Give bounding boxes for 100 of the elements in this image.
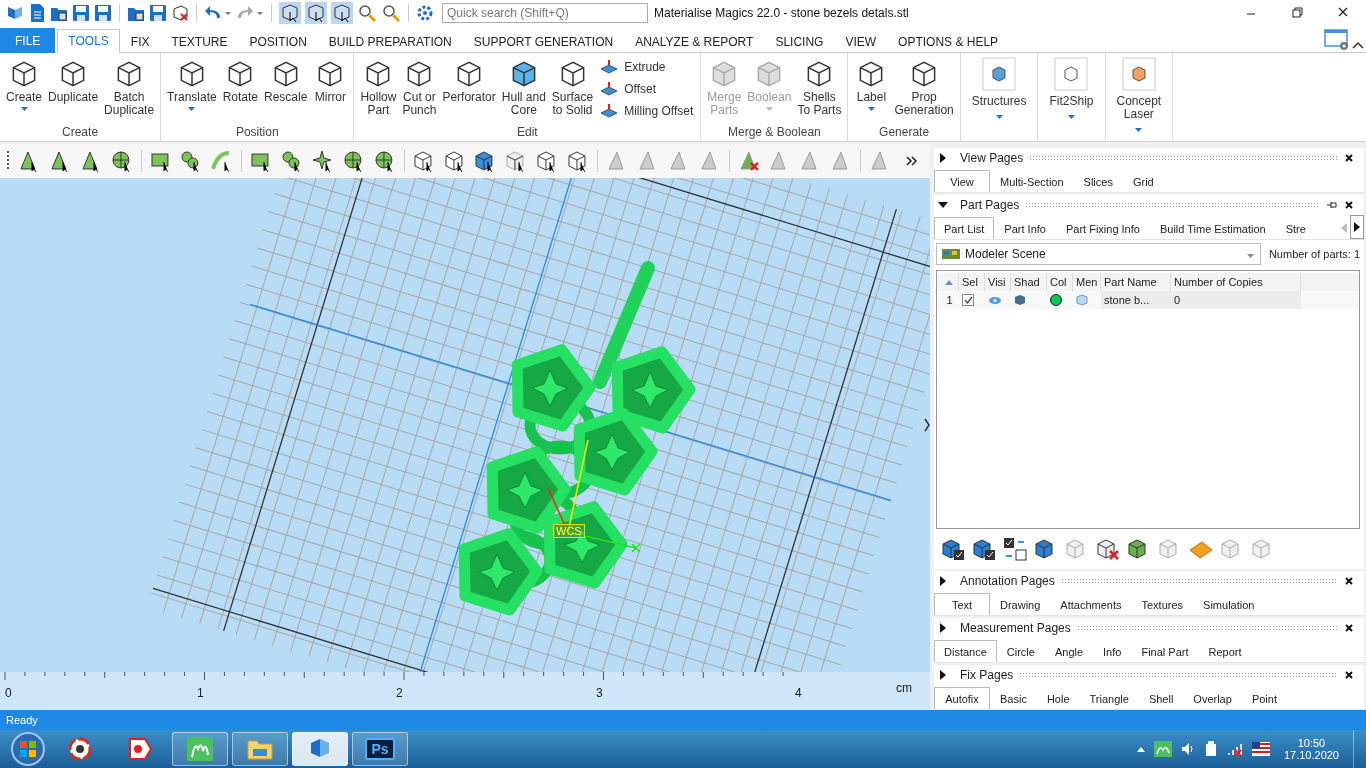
ribbon-tab[interactable]: VIEW: [834, 29, 888, 53]
ribbon-tab[interactable]: TOOLS: [57, 29, 120, 53]
close-icon[interactable]: [1344, 670, 1354, 680]
close-icon[interactable]: [1344, 576, 1354, 586]
ribbon-tab[interactable]: FIX: [119, 29, 161, 53]
panel-tab[interactable]: Hole: [1036, 687, 1080, 709]
ribbon-button[interactable]: Batch Duplicate: [101, 55, 158, 119]
panel-tab[interactable]: Shell: [1138, 687, 1184, 709]
panel-tab[interactable]: Text: [934, 593, 990, 615]
ribbon-tab[interactable]: ANALYZE & REPORT: [624, 29, 765, 53]
cube-cursor-icon[interactable]: [305, 2, 327, 24]
collapsed-arrow-icon[interactable]: [938, 153, 948, 163]
ribbon-button[interactable]: Shells To Parts: [794, 55, 845, 119]
sort-arrow-icon[interactable]: [945, 279, 953, 285]
collapsed-arrow-icon[interactable]: [938, 576, 948, 586]
panel-tab[interactable]: Stre: [1275, 217, 1316, 239]
panel-handle-icon[interactable]: [924, 418, 930, 432]
show-hidden-icon[interactable]: [1135, 745, 1146, 753]
ribbon-button[interactable]: Label: [851, 55, 892, 113]
panel-tab[interactable]: Circle: [996, 640, 1045, 662]
ribbon-button[interactable]: Offset: [596, 79, 698, 99]
panel-tab[interactable]: Report: [1198, 640, 1252, 662]
ribbon-button[interactable]: Rotate: [219, 55, 262, 106]
close-icon[interactable]: [1344, 623, 1354, 633]
panel-tab[interactable]: Multi-Section: [990, 170, 1074, 192]
taskbar-app-button[interactable]: [292, 732, 348, 766]
ribbon-tab[interactable]: TEXTURE: [160, 29, 239, 53]
ribbon-button[interactable]: Surface to Solid: [548, 55, 597, 119]
panel-tab[interactable]: Build Time Estimation: [1149, 217, 1276, 239]
clock-date[interactable]: 17.10.2020: [1283, 749, 1339, 761]
panel-tab[interactable]: Point: [1241, 687, 1287, 709]
panel-tab[interactable]: Angle: [1044, 640, 1094, 662]
overflow-chevron-icon[interactable]: [906, 156, 918, 166]
document-icon[interactable]: [28, 3, 46, 23]
checkbox-toggle-icon[interactable]: [1002, 536, 1028, 562]
speaker-icon[interactable]: [1179, 741, 1196, 757]
ribbon-tab[interactable]: OPTIONS & HELP: [887, 29, 1010, 53]
pin-icon[interactable]: [1326, 200, 1338, 210]
ribbon-button[interactable]: Concept Laser: [1108, 55, 1170, 134]
search-field[interactable]: Quick search (Shift+Q): [442, 3, 648, 23]
panel-tab[interactable]: View: [934, 170, 990, 192]
cube-cursor-icon[interactable]: [279, 2, 301, 24]
ribbon-button[interactable]: Perforator: [439, 55, 499, 106]
network-icon[interactable]: [1225, 741, 1244, 757]
language-flag-icon[interactable]: [1251, 742, 1270, 756]
panel-tab[interactable]: Attachments: [1050, 593, 1132, 615]
close-icon[interactable]: [1344, 153, 1354, 163]
expanded-arrow-icon[interactable]: [938, 200, 948, 210]
scene-dropdown[interactable]: Modeler Scene: [936, 243, 1261, 265]
zoom-icon[interactable]: [357, 3, 377, 23]
panel-tab[interactable]: Slices: [1073, 170, 1123, 192]
ribbon-button[interactable]: Create: [3, 55, 46, 113]
clock-time[interactable]: 10:50: [1297, 737, 1326, 749]
battery-plug-icon[interactable]: [1203, 741, 1218, 757]
checkbox[interactable]: [962, 294, 974, 306]
file-tab[interactable]: FILE: [0, 28, 56, 53]
window-settings-icon[interactable]: [1324, 28, 1350, 52]
panel-tab[interactable]: Final Part: [1131, 640, 1199, 662]
panel-tab[interactable]: Grid: [1122, 170, 1164, 192]
grip-icon[interactable]: [6, 150, 10, 172]
panel-tab[interactable]: Part Fixing Info: [1055, 217, 1150, 239]
panel-tab[interactable]: Distance: [934, 640, 997, 662]
panel-tab[interactable]: Part Info: [994, 217, 1056, 239]
ribbon-button[interactable]: Structures: [963, 55, 1035, 121]
handwriting-icon[interactable]: [1153, 741, 1172, 757]
close-icon[interactable]: [1344, 200, 1354, 210]
ribbon-button[interactable]: Milling Offset: [596, 101, 698, 121]
color-dot[interactable]: [1050, 294, 1062, 306]
close-file-icon[interactable]: [171, 3, 189, 23]
panel-tab[interactable]: Drawing: [990, 593, 1051, 615]
panel-tab[interactable]: Textures: [1131, 593, 1194, 615]
panel-tab[interactable]: Basic: [990, 687, 1037, 709]
ribbon-tab[interactable]: SUPPORT GENERATION: [462, 29, 625, 53]
ribbon-button[interactable]: Hollow Part: [357, 55, 400, 119]
ribbon-button[interactable]: Prop Generation: [891, 55, 957, 119]
ribbon-button[interactable]: Hull and Core: [498, 55, 549, 119]
ribbon-button[interactable]: Duplicate: [45, 55, 102, 106]
panel-tab[interactable]: Autofix: [934, 687, 990, 709]
cube-cursor-icon[interactable]: [331, 2, 353, 24]
ribbon-button[interactable]: Extrude: [596, 57, 698, 77]
panel-tab[interactable]: Simulation: [1193, 593, 1265, 615]
ribbon-tab[interactable]: BUILD PREPARATION: [317, 29, 463, 53]
collapsed-arrow-icon[interactable]: [938, 670, 948, 680]
ribbon-button[interactable]: Mirror: [310, 55, 351, 106]
ribbon-tab[interactable]: POSITION: [238, 29, 318, 53]
panel-tab[interactable]: Part List: [934, 217, 995, 239]
ribbon-button[interactable]: Rescale: [261, 55, 311, 106]
panel-tab[interactable]: Overlap: [1183, 687, 1242, 709]
collapsed-arrow-icon[interactable]: [938, 623, 948, 633]
eye-icon[interactable]: [988, 295, 1002, 305]
shaded-cube-icon[interactable]: [1014, 294, 1026, 306]
ribbon-button[interactable]: Cut or Punch: [399, 55, 440, 119]
zoom-icon[interactable]: [381, 3, 401, 23]
panel-tab[interactable]: Triangle: [1079, 687, 1139, 709]
ribbon-button[interactable]: Fit2Ship: [1041, 55, 1102, 121]
app-logo-icon[interactable]: [6, 4, 24, 22]
taskbar-app-button[interactable]: Ps: [352, 732, 408, 766]
start-button-icon[interactable]: [8, 730, 48, 768]
ribbon-tab[interactable]: SLICING: [764, 29, 835, 53]
panel-tab[interactable]: Info: [1093, 640, 1132, 662]
